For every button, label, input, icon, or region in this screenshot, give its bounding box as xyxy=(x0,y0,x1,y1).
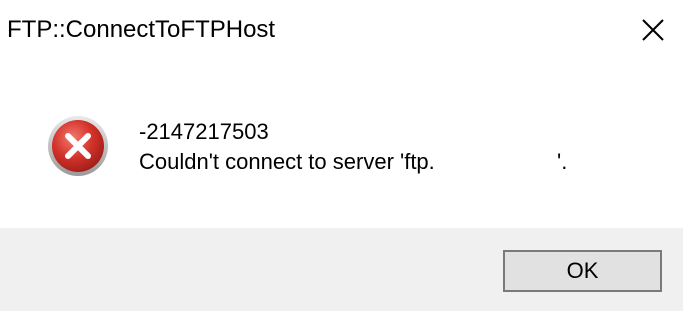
error-description: Couldn't connect to server 'ftp. '. xyxy=(139,149,568,174)
close-icon xyxy=(642,19,664,41)
message-area: -2147217503 Couldn't connect to server '… xyxy=(0,60,683,228)
error-icon xyxy=(48,116,108,176)
window-title: FTP::ConnectToFTPHost xyxy=(7,16,276,43)
title-bar: FTP::ConnectToFTPHost xyxy=(0,0,683,60)
ok-button[interactable]: OK xyxy=(503,250,662,292)
error-code: -2147217503 xyxy=(139,119,269,144)
button-bar: OK xyxy=(0,228,683,311)
error-dialog: FTP::ConnectToFTPHost -2147217503 Couldn… xyxy=(0,0,683,311)
close-button[interactable] xyxy=(623,0,683,60)
message-text: -2147217503 Couldn't connect to server '… xyxy=(139,117,567,177)
